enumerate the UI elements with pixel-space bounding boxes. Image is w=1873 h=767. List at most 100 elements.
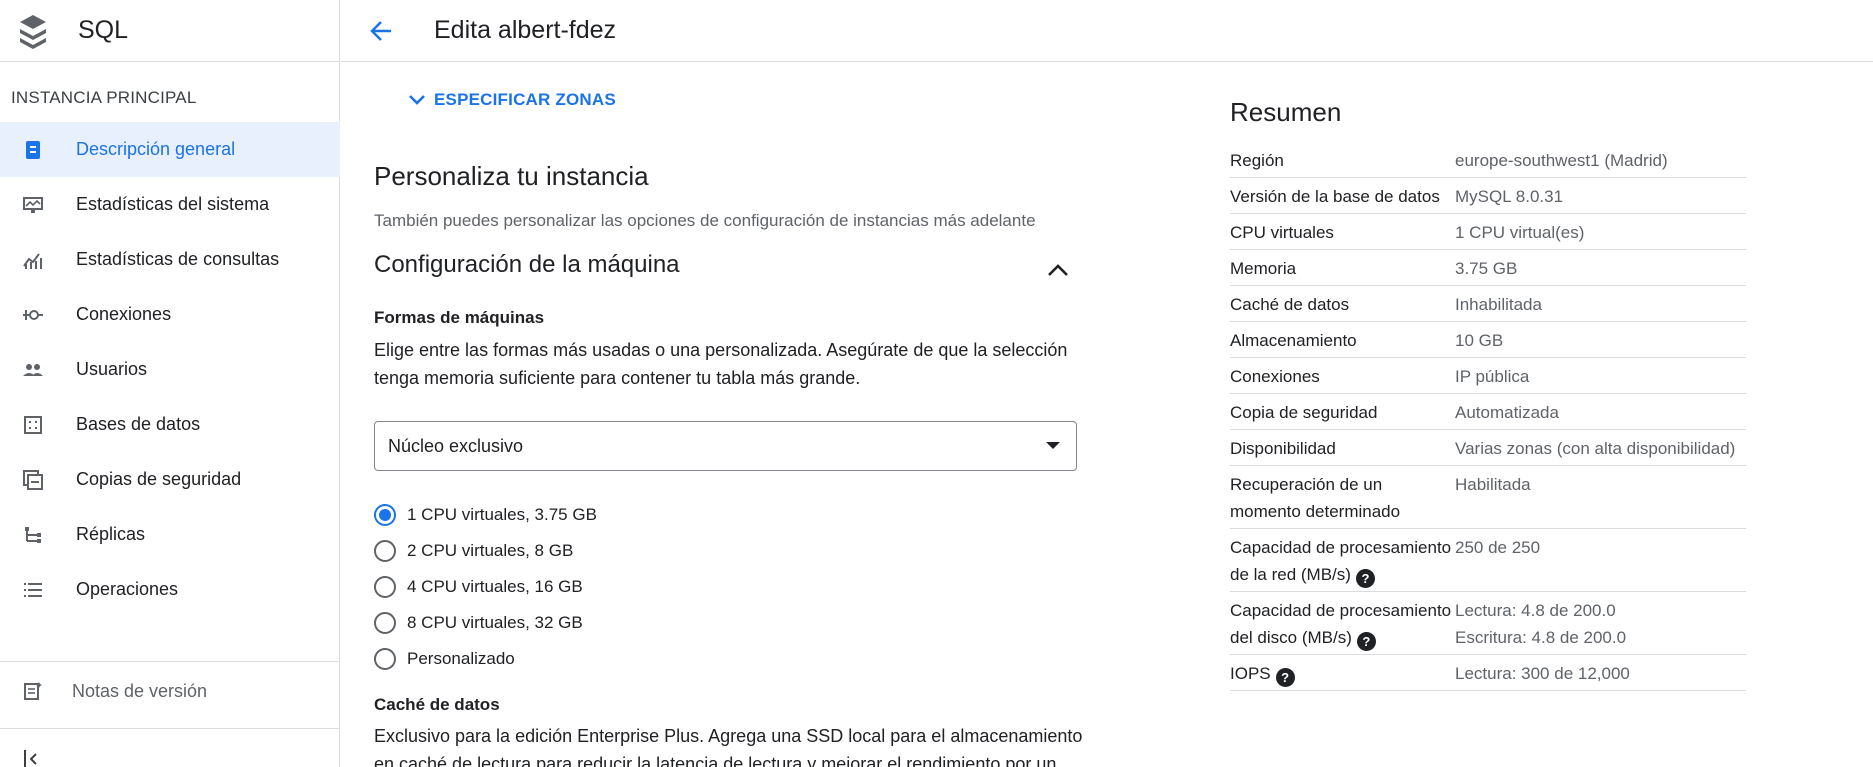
- summary-value: 10 GB: [1455, 331, 1504, 350]
- sidebar-header: SQL: [0, 0, 339, 62]
- sidebar-item-overview[interactable]: Descripción general: [0, 122, 340, 177]
- sidebar-item-label: Estadísticas de consultas: [76, 249, 280, 269]
- summary-row: Recuperación de un momento determinado H…: [1230, 466, 1746, 529]
- sidebar-item-system-insights[interactable]: Estadísticas del sistema: [0, 177, 340, 232]
- sidebar-divider: [0, 661, 340, 662]
- operations-icon: [20, 577, 46, 603]
- release-notes-link[interactable]: Notas de versión: [20, 678, 207, 704]
- databases-icon: [20, 412, 46, 438]
- summary-value: 250 de 250: [1455, 538, 1541, 557]
- sidebar-item-label: Descripción general: [76, 139, 236, 159]
- summary-key-with-help: IOPS?: [1230, 660, 1455, 687]
- sidebar-item-label: Copias de seguridad: [76, 469, 242, 489]
- radio-button[interactable]: [374, 540, 396, 562]
- summary-key-with-help: Capacidad de procesamiento de la red (MB…: [1230, 534, 1455, 588]
- radio-option-4cpu[interactable]: 4 CPU virtuales, 16 GB: [374, 569, 597, 605]
- summary-row: Capacidad de procesamiento del disco (MB…: [1230, 592, 1746, 655]
- summary-key: Copia de seguridad: [1230, 403, 1378, 422]
- summary-key: Recuperación de un momento determinado: [1230, 475, 1401, 521]
- radio-label: 1 CPU virtuales, 3.75 GB: [407, 505, 597, 524]
- summary-value: Lectura: 300 de 12,000: [1455, 664, 1630, 683]
- summary-value: 3.75 GB: [1455, 259, 1518, 278]
- page-header: Edita albert-fdez: [341, 0, 1873, 62]
- backup-icon: [20, 467, 46, 493]
- summary-row: Disponibilidad Varias zonas (con alta di…: [1230, 430, 1746, 466]
- product-title: SQL: [78, 16, 129, 44]
- radio-label: Personalizado: [407, 649, 515, 668]
- data-cache-heading: Caché de datos: [374, 695, 500, 714]
- radio-button-checked[interactable]: [374, 504, 396, 526]
- summary-row: Versión de la base de datos MySQL 8.0.31: [1230, 178, 1746, 214]
- summary-row: Copia de seguridad Automatizada: [1230, 394, 1746, 430]
- radio-option-1cpu[interactable]: 1 CPU virtuales, 3.75 GB: [374, 497, 597, 533]
- summary-value: europe-southwest1 (Madrid): [1455, 151, 1668, 170]
- summary-key: Capacidad de procesamiento del disco (MB…: [1230, 601, 1452, 647]
- radio-option-2cpu[interactable]: 2 CPU virtuales, 8 GB: [374, 533, 597, 569]
- specify-zones-label: ESPECIFICAR ZONAS: [434, 90, 616, 109]
- radio-option-8cpu[interactable]: 8 CPU virtuales, 32 GB: [374, 605, 597, 641]
- summary-key-with-help: Capacidad de procesamiento del disco (MB…: [1230, 597, 1455, 651]
- radio-button[interactable]: [374, 612, 396, 634]
- summary-key: Capacidad de procesamiento de la red (MB…: [1230, 538, 1452, 584]
- summary-row: Conexiones IP pública: [1230, 358, 1746, 394]
- summary-value: IP pública: [1455, 367, 1530, 386]
- radio-button[interactable]: [374, 576, 396, 598]
- summary-key: IOPS: [1230, 664, 1271, 683]
- summary-key: CPU virtuales: [1230, 223, 1334, 242]
- sidebar-item-replicas[interactable]: Réplicas: [0, 507, 340, 562]
- specify-zones-button[interactable]: ESPECIFICAR ZONAS: [408, 90, 616, 110]
- machine-type-select[interactable]: Núcleo exclusivo: [374, 421, 1077, 471]
- summary-value-group: Lectura: 4.8 de 200.0 Escritura: 4.8 de …: [1455, 597, 1746, 651]
- help-icon[interactable]: ?: [1275, 668, 1295, 687]
- cloud-sql-logo-icon[interactable]: [16, 11, 50, 51]
- summary-row: Memoria 3.75 GB: [1230, 250, 1746, 286]
- sidebar-item-label: Usuarios: [76, 359, 148, 379]
- data-cache-description: Exclusivo para la edición Enterprise Plu…: [374, 726, 1083, 767]
- sidebar-item-connections[interactable]: Conexiones: [0, 287, 340, 342]
- summary-row: Región europe-southwest1 (Madrid): [1230, 142, 1746, 178]
- users-icon: [20, 357, 46, 383]
- customize-instance-heading: Personaliza tu instancia: [374, 161, 649, 191]
- summary-row: Capacidad de procesamiento de la red (MB…: [1230, 529, 1746, 592]
- release-notes-label: Notas de versión: [72, 680, 208, 701]
- sidebar-item-query-insights[interactable]: Estadísticas de consultas: [0, 232, 340, 287]
- sidebar-item-databases[interactable]: Bases de datos: [0, 397, 340, 452]
- summary-row: IOPS? Lectura: 300 de 12,000: [1230, 655, 1746, 691]
- replicas-icon: [20, 522, 46, 548]
- dropdown-caret-icon: [1046, 442, 1060, 449]
- sidebar-item-operations[interactable]: Operaciones: [0, 562, 340, 617]
- summary-value: MySQL 8.0.31: [1455, 187, 1564, 206]
- radio-option-custom[interactable]: Personalizado: [374, 641, 597, 677]
- sidebar-item-backups[interactable]: Copias de seguridad: [0, 452, 340, 507]
- connections-icon: [20, 302, 46, 328]
- summary-key: Disponibilidad: [1230, 439, 1336, 458]
- summary-key: Conexiones: [1230, 367, 1320, 386]
- summary-value: Habilitada: [1455, 475, 1531, 494]
- radio-button[interactable]: [374, 648, 396, 670]
- machine-type-value: Núcleo exclusivo: [388, 435, 524, 456]
- radio-label: 4 CPU virtuales, 16 GB: [407, 577, 583, 596]
- sidebar-divider: [0, 728, 340, 729]
- summary-row: Almacenamiento 10 GB: [1230, 322, 1746, 358]
- release-notes-icon: [20, 678, 46, 704]
- sidebar-item-users[interactable]: Usuarios: [0, 342, 340, 397]
- query-insights-icon: [20, 247, 46, 273]
- help-icon[interactable]: ?: [1355, 569, 1375, 588]
- summary-value: Varias zonas (con alta disponibilidad): [1455, 439, 1736, 458]
- machine-shapes-description: Elige entre las formas más usadas o una …: [374, 340, 1068, 388]
- summary-key: Almacenamiento: [1230, 331, 1357, 350]
- help-icon[interactable]: ?: [1356, 632, 1376, 651]
- dashboard-icon: [20, 137, 46, 163]
- summary-key: Caché de datos: [1230, 295, 1350, 314]
- sidebar-item-label: Bases de datos: [76, 414, 201, 434]
- summary-value: 1 CPU virtual(es): [1455, 223, 1585, 242]
- customize-instance-description: También puedes personalizar las opciones…: [374, 211, 1036, 230]
- radio-label: 2 CPU virtuales, 8 GB: [407, 541, 574, 560]
- chevron-up-icon[interactable]: [1044, 256, 1072, 284]
- chevron-down-icon: [409, 95, 425, 105]
- sidebar-nav: Descripción general Estadísticas del sis…: [0, 122, 340, 617]
- back-arrow-icon[interactable]: [366, 16, 396, 46]
- collapse-sidebar-icon[interactable]: [22, 748, 44, 767]
- machine-config-heading: Configuración de la máquina: [374, 251, 680, 278]
- page-title: Edita albert-fdez: [434, 16, 617, 44]
